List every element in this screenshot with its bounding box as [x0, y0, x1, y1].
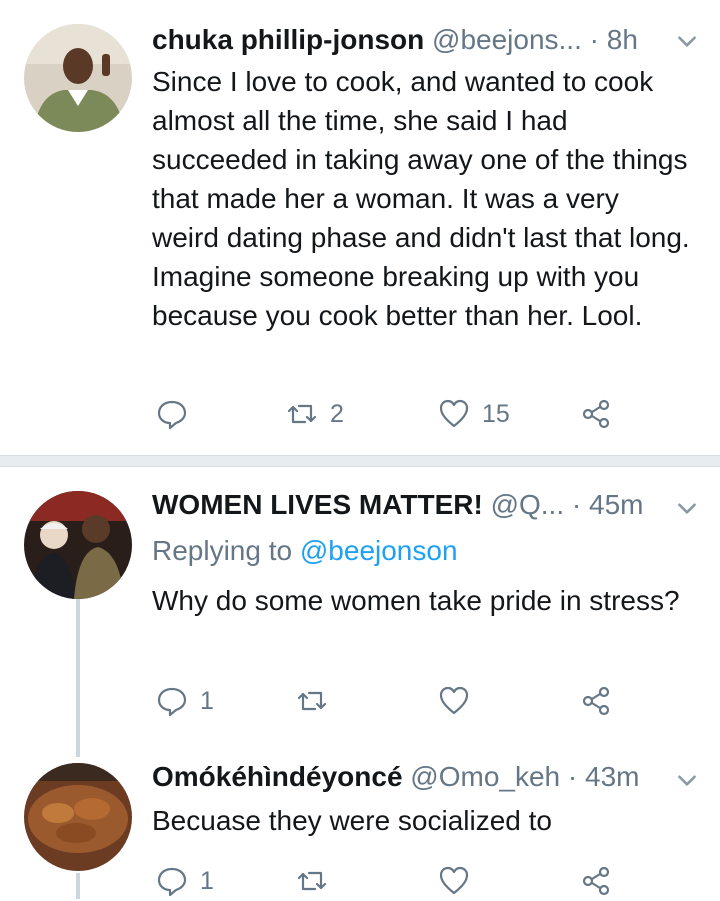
display-name[interactable]: Omókéhìndéyoncé [152, 761, 403, 792]
tweet-actions: 1 [152, 681, 672, 721]
avatar-image [24, 491, 132, 599]
like-button[interactable] [438, 681, 482, 721]
thread-line [76, 873, 80, 899]
display-name[interactable]: chuka phillip-jonson [152, 24, 424, 55]
like-count: 15 [482, 399, 510, 428]
tweet-header: Omókéhìndéyoncé @Omo_keh · 43m [152, 757, 700, 797]
chevron-down-icon[interactable] [674, 28, 700, 54]
thread-line [76, 591, 80, 757]
share-icon [582, 686, 610, 716]
tweet-3[interactable]: Omókéhìndéyoncé @Omo_keh · 43m Becuase t… [0, 757, 720, 899]
reply-icon [157, 867, 187, 897]
chevron-down-icon[interactable] [674, 767, 700, 793]
share-icon [582, 866, 610, 896]
tweet-text: Why do some women take pride in stress? [152, 585, 680, 616]
avatar[interactable] [24, 24, 132, 132]
timestamp[interactable]: · 8h [590, 24, 638, 55]
tweet-1[interactable]: chuka phillip-jonson @beejons... · 8h Si… [0, 0, 720, 455]
avatar[interactable] [24, 491, 132, 599]
retweet-icon [297, 871, 327, 891]
timeline-divider [0, 455, 720, 467]
like-button[interactable]: 15 [438, 394, 510, 434]
retweet-button[interactable] [296, 681, 340, 721]
user-handle[interactable]: @Q... [491, 489, 565, 520]
like-button[interactable] [438, 861, 482, 901]
tweet-header: chuka phillip-jonson @beejons... · 8h [152, 20, 700, 60]
retweet-icon [297, 691, 327, 711]
heart-icon [439, 399, 469, 428]
timestamp[interactable]: · 43m [568, 761, 640, 792]
chevron-down-icon[interactable] [674, 495, 700, 521]
tweet-header: WOMEN LIVES MATTER! @Q... · 45m [152, 485, 700, 525]
retweet-button[interactable] [296, 861, 340, 901]
share-icon [582, 399, 610, 429]
reply-icon [157, 687, 187, 717]
reply-icon [157, 400, 187, 430]
retweet-button[interactable]: 2 [286, 394, 344, 434]
mention-link[interactable]: @beejonson [300, 535, 458, 566]
tweet-actions: 1 [152, 861, 672, 901]
avatar[interactable] [24, 763, 132, 871]
heart-icon [439, 866, 469, 895]
retweet-icon [287, 404, 317, 424]
reply-count: 1 [200, 686, 214, 715]
replying-to-label: Replying to [152, 535, 300, 566]
tweet-text: Since I love to cook, and wanted to cook… [152, 66, 690, 331]
user-handle[interactable]: @beejons... [432, 24, 582, 55]
share-button[interactable] [580, 681, 612, 721]
avatar-image [24, 24, 132, 132]
retweet-count: 2 [330, 399, 344, 428]
timestamp[interactable]: · 45m [572, 489, 644, 520]
reply-button[interactable] [156, 394, 200, 434]
reply-button[interactable]: 1 [156, 861, 214, 901]
reply-count: 1 [200, 866, 214, 895]
tweet-2[interactable]: WOMEN LIVES MATTER! @Q... · 45m Replying… [0, 467, 720, 757]
display-name[interactable]: WOMEN LIVES MATTER! [152, 489, 483, 520]
heart-icon [439, 686, 469, 715]
share-button[interactable] [580, 394, 612, 434]
avatar-image [24, 763, 132, 871]
replying-to: Replying to @beejonson [152, 531, 458, 570]
tweet-actions: 2 15 [152, 394, 672, 434]
tweet-text: Becuase they were socialized to [152, 805, 552, 836]
reply-button[interactable]: 1 [156, 681, 214, 721]
user-handle[interactable]: @Omo_keh [410, 761, 560, 792]
share-button[interactable] [580, 861, 612, 901]
